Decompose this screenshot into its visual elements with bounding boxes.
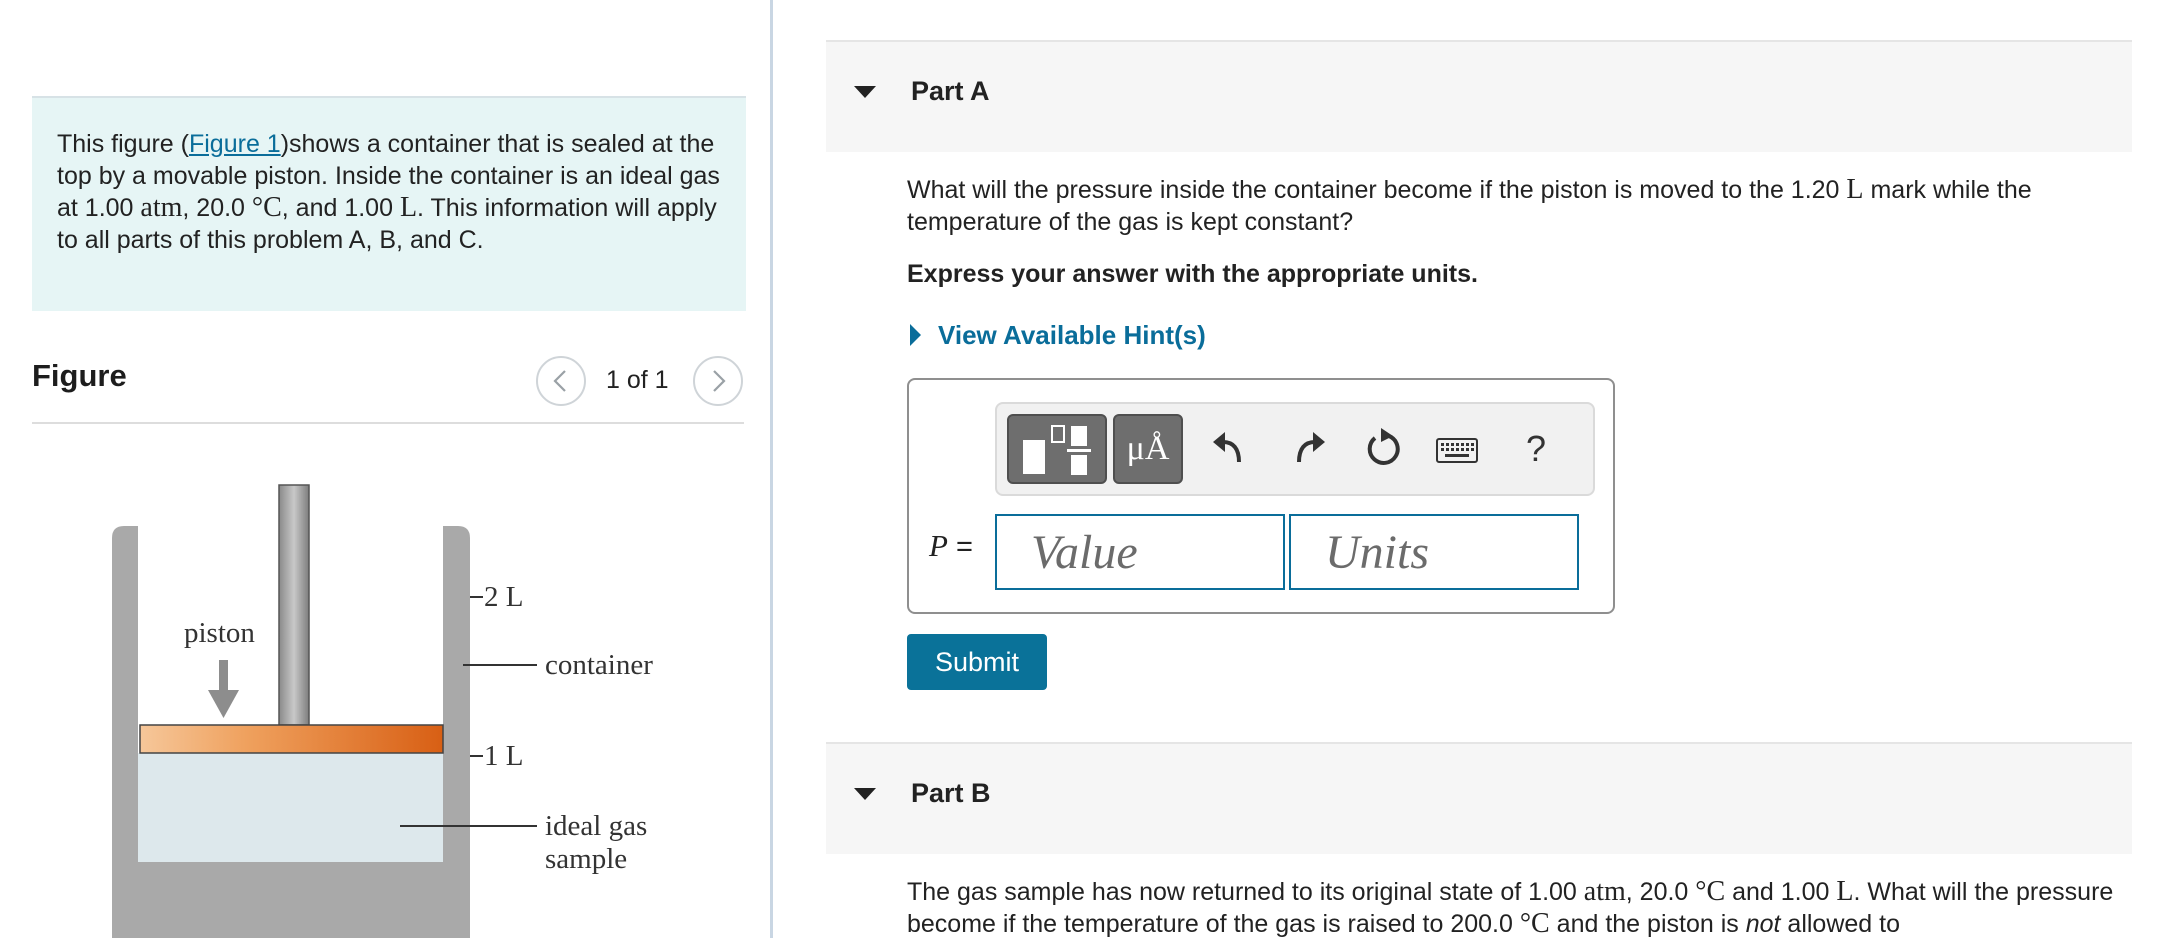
answer-instruction: Express your answer with the appropriate… [907, 260, 1478, 288]
question-text: and 1.00 [1725, 878, 1837, 906]
unit-liter: L [1846, 174, 1864, 205]
question-text: The gas sample has now returned to its o… [907, 878, 1584, 906]
units-button[interactable]: μÅ [1113, 414, 1183, 484]
emphasis-not: not [1745, 910, 1781, 938]
question-text: allowed to [1780, 910, 1900, 938]
question-text: , 20.0 [1625, 878, 1696, 906]
left-pane: This figure (Figure 1)shows a container … [0, 0, 770, 938]
figure-1-link[interactable]: Figure 1 [189, 130, 281, 158]
reset-button[interactable] [1355, 414, 1411, 484]
variable-symbol: P [929, 528, 948, 563]
part-b-label: Part B [911, 778, 991, 808]
piston-container-figure: piston 2 L 1 L container ideal gas sampl… [112, 484, 653, 938]
gas-label-line1: ideal gas [545, 810, 647, 842]
units-input[interactable] [1289, 514, 1579, 590]
intro-text: This figure ( [57, 130, 189, 158]
view-hints-label[interactable]: View Available Hint(s) [938, 320, 1206, 351]
help-button[interactable]: ? [1511, 414, 1561, 484]
figure-pager: 1 of 1 [606, 366, 669, 394]
intro-text: , 20.0 [182, 194, 252, 222]
undo-button[interactable] [1203, 414, 1259, 484]
keyboard-button[interactable] [1427, 414, 1491, 484]
piston-arrow-shaft [219, 660, 228, 692]
two-liter-label: 2 L [484, 581, 523, 613]
unit-degc: °C [251, 192, 282, 223]
part-a-label: Part A [911, 76, 990, 106]
answer-box: μÅ ? P = Value Units [907, 378, 1615, 614]
intro-text: , and 1.00 [281, 194, 400, 222]
question-text: and the piston is [1549, 910, 1746, 938]
value-input[interactable] [995, 514, 1285, 590]
math-toolbar: μÅ ? [995, 402, 1595, 496]
right-pane: Part A What will the pressure inside the… [826, 0, 2158, 938]
variable-label: P = [929, 528, 973, 564]
unit-liter: L [1836, 876, 1854, 907]
previous-figure-button[interactable] [536, 356, 586, 406]
figure-header: Figure 1 of 1 [32, 350, 744, 424]
keyboard-icon [1436, 438, 1478, 463]
figure-title: Figure [32, 358, 127, 393]
container-label: container [545, 649, 653, 681]
unit-atm: atm [1583, 876, 1626, 907]
problem-intro: This figure (Figure 1)shows a container … [32, 96, 746, 311]
piston-plate [139, 724, 444, 754]
caret-right-icon [910, 324, 921, 346]
caret-down-icon[interactable] [854, 788, 876, 800]
one-liter-label: 1 L [484, 740, 523, 772]
part-b-question: The gas sample has now returned to its o… [907, 876, 2137, 938]
templates-button[interactable] [1007, 414, 1107, 484]
piston-label: piston [184, 617, 255, 649]
unit-liter: L [399, 192, 418, 223]
piston-rod [278, 484, 310, 726]
reset-icon [1367, 428, 1400, 465]
question-text: What will the pressure inside the contai… [907, 176, 1847, 204]
chevron-left-icon [553, 370, 566, 392]
fraction-templates-icon [1023, 425, 1091, 475]
piston-arrow-head [208, 690, 239, 718]
submit-button[interactable]: Submit [907, 634, 1047, 690]
gas-label-line2: sample [545, 843, 627, 875]
part-a-question: What will the pressure inside the contai… [907, 174, 2137, 238]
unit-atm: atm [140, 192, 183, 223]
pane-divider[interactable] [770, 0, 773, 938]
chevron-right-icon [713, 370, 726, 392]
part-b-header[interactable]: Part B [826, 742, 2132, 854]
unit-degc: °C [1695, 876, 1726, 907]
part-a-header[interactable]: Part A [826, 40, 2132, 152]
next-figure-button[interactable] [693, 356, 743, 406]
equals-sign: = [947, 531, 973, 563]
gas-sample [138, 753, 443, 862]
redo-icon [1297, 432, 1325, 463]
caret-down-icon[interactable] [854, 86, 876, 98]
unit-degc: °C [1519, 908, 1550, 938]
undo-icon [1213, 432, 1241, 463]
redo-button[interactable] [1279, 414, 1335, 484]
